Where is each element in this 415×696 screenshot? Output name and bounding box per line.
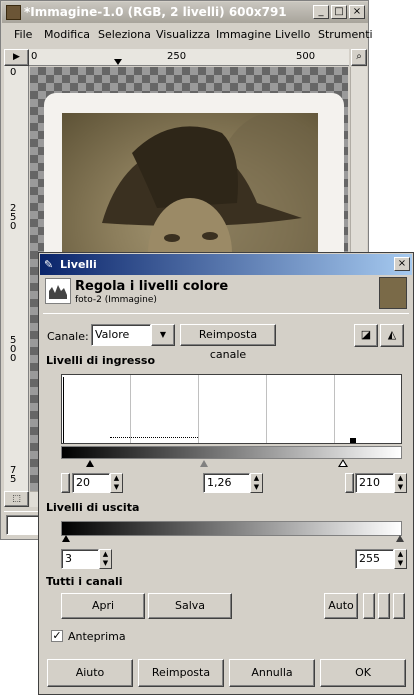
pick-white-point-button[interactable]: [393, 593, 405, 619]
histogram-spike: [63, 377, 64, 443]
reset-button[interactable]: Reimposta: [138, 659, 224, 687]
image-window-title: *Immagine-1.0 (RGB, 2 livelli) 600x791: [24, 5, 287, 19]
cancel-button[interactable]: Annulla: [229, 659, 315, 687]
zoom-icon[interactable]: ⌕: [351, 49, 367, 66]
image-window-titlebar[interactable]: *Immagine-1.0 (RGB, 2 livelli) 600x791 _…: [2, 2, 368, 23]
menu-file[interactable]: File: [14, 28, 32, 41]
ok-button[interactable]: OK: [320, 659, 406, 687]
minimize-button[interactable]: _: [313, 5, 329, 19]
horizontal-ruler: 0 250 500: [29, 49, 349, 66]
histogram-gridline: [266, 375, 267, 443]
ruler-h-tick: 0: [31, 51, 38, 62]
input-gamma-spinner[interactable]: ▲ ▼: [250, 473, 263, 493]
menubar: File Modifica Seleziona Visualizza Immag…: [2, 23, 373, 47]
output-high-field[interactable]: 255: [355, 549, 394, 569]
menu-livello[interactable]: Livello: [275, 28, 310, 41]
menu-immagine[interactable]: Immagine: [216, 28, 271, 41]
status-unit-field[interactable]: [6, 515, 40, 535]
ruler-h-tick: 500: [296, 51, 316, 62]
image-thumbnail: [379, 277, 407, 309]
input-high-picker[interactable]: [345, 473, 354, 493]
quick-mask-icon[interactable]: ⬚: [4, 491, 29, 507]
levels-dialog-titlebar[interactable]: ✎ Livelli ×: [40, 254, 412, 275]
ruler-v-tick: 7 5: [10, 465, 17, 485]
dialog-header-subtitle: foto-2 (Immagine): [75, 295, 157, 305]
open-button[interactable]: Apri: [61, 593, 145, 619]
output-low-slider-handle[interactable]: [62, 535, 70, 542]
histogram-gridline: [198, 375, 199, 443]
input-high-spinner[interactable]: ▲ ▼: [394, 473, 407, 493]
input-low-spinner[interactable]: ▲ ▼: [110, 473, 123, 493]
reset-channel-button[interactable]: Reimposta canale: [180, 324, 276, 361]
menu-seleziona[interactable]: Seleziona: [98, 28, 151, 41]
histogram-gridline: [130, 375, 131, 443]
output-low-spinner[interactable]: ▲ ▼: [99, 549, 112, 569]
header-separator: [43, 313, 409, 314]
output-levels-label: Livelli di uscita: [46, 501, 140, 514]
input-low-picker[interactable]: [61, 473, 70, 493]
input-gradient-bar: [61, 446, 402, 459]
menu-visualizza[interactable]: Visualizza: [156, 28, 210, 41]
output-high-slider-handle[interactable]: [396, 535, 404, 542]
ruler-v-tick: 0: [10, 67, 17, 78]
dialog-header-title: Regola i livelli colore: [75, 279, 229, 294]
input-low-slider-handle[interactable]: [86, 460, 94, 467]
histogram-data: [110, 437, 198, 443]
input-low-field[interactable]: 20: [72, 473, 110, 493]
linear-histogram-icon[interactable]: ◪: [354, 324, 378, 347]
gimp-image-icon: [6, 5, 21, 20]
histogram: [61, 374, 402, 444]
input-levels-label: Livelli di ingresso: [46, 354, 156, 367]
output-gradient-bar: [61, 521, 402, 536]
vertical-ruler: 0 2 5 0 5 0 0 7 5: [4, 66, 29, 491]
pick-gray-point-button[interactable]: [378, 593, 390, 619]
menu-strumenti[interactable]: Strumenti: [318, 28, 373, 41]
channel-select[interactable]: Valore: [91, 324, 151, 346]
histogram-data: [350, 438, 356, 443]
channel-label: Canale:: [47, 330, 89, 343]
ruler-h-tick: 250: [167, 51, 187, 62]
close-button[interactable]: ×: [349, 5, 365, 19]
ruler-v-tick: 2 5 0: [10, 203, 17, 232]
channel-dropdown-arrow-icon[interactable]: ▼: [151, 324, 175, 346]
input-gamma-slider-handle[interactable]: [200, 460, 208, 467]
log-histogram-icon[interactable]: ◭: [380, 324, 404, 347]
levels-dialog: ✎ Livelli × Regola i livelli colore foto…: [38, 252, 414, 695]
menu-modifica[interactable]: Modifica: [44, 28, 90, 41]
preview-checkbox[interactable]: ✓: [51, 630, 63, 642]
auto-button[interactable]: Auto: [324, 593, 358, 619]
preview-label: Anteprima: [68, 630, 126, 643]
output-low-field[interactable]: 3: [61, 549, 99, 569]
dialog-close-button[interactable]: ×: [394, 257, 410, 271]
ruler-v-tick: 5 0 0: [10, 335, 17, 364]
help-button[interactable]: Aiuto: [47, 659, 133, 687]
levels-app-icon: ✎: [44, 258, 54, 271]
input-gamma-field[interactable]: 1,26: [203, 473, 250, 493]
input-high-handle-fill: [340, 461, 346, 466]
all-channels-label: Tutti i canali: [46, 575, 123, 588]
save-button[interactable]: Salva: [148, 593, 232, 619]
pick-black-point-button[interactable]: [363, 593, 375, 619]
input-high-field[interactable]: 210: [355, 473, 394, 493]
levels-tool-icon: [45, 278, 71, 304]
input-high-slider-handle[interactable]: [338, 459, 348, 467]
output-high-spinner[interactable]: ▲ ▼: [394, 549, 407, 569]
histogram-gridline: [334, 375, 335, 443]
image-menu-arrow-button[interactable]: ▶: [4, 49, 29, 66]
ruler-pointer-marker: [114, 59, 122, 65]
maximize-button[interactable]: □: [331, 5, 347, 19]
levels-dialog-title: Livelli: [60, 258, 97, 271]
